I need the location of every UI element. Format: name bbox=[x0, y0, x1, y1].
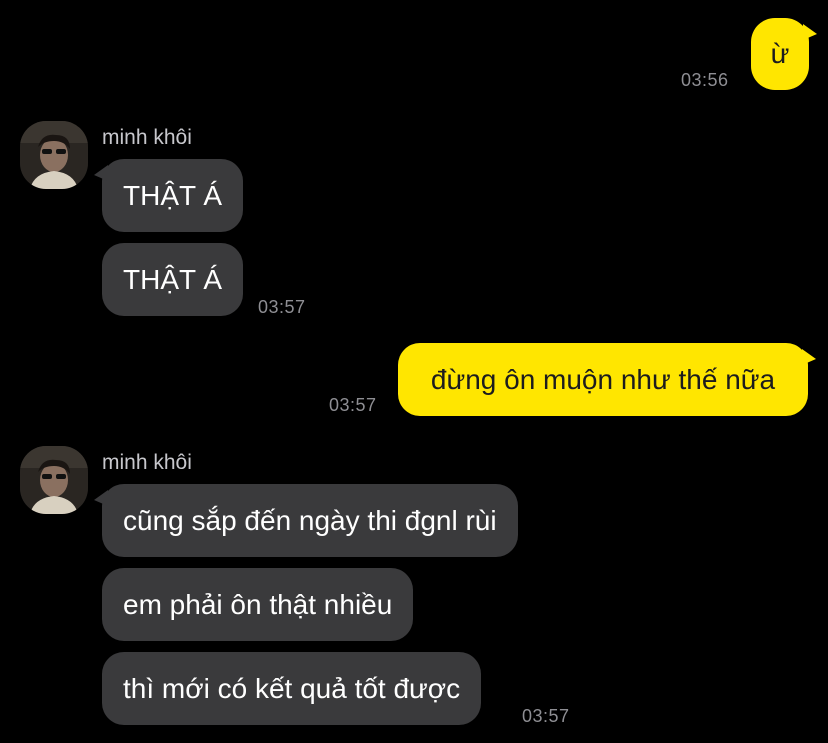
message-bubble-incoming[interactable]: THẬT Á bbox=[102, 243, 244, 316]
message-timestamp: 03:57 bbox=[522, 706, 570, 726]
bubble-tail bbox=[94, 165, 108, 181]
message-bubble-incoming[interactable]: em phải ôn thật nhiều bbox=[102, 568, 414, 641]
avatar[interactable] bbox=[20, 121, 88, 189]
message-text: thì mới có kết quả tốt được bbox=[123, 673, 461, 704]
avatar[interactable] bbox=[20, 446, 88, 514]
message-bubble-outgoing[interactable]: đừng ôn muộn như thế nữa bbox=[398, 343, 816, 416]
message-text: ừ bbox=[770, 38, 790, 69]
message-bubble-outgoing[interactable]: ừ bbox=[751, 18, 817, 90]
message-bubble-incoming[interactable]: THẬT Á bbox=[94, 159, 244, 232]
sender-name: minh khôi bbox=[102, 126, 192, 149]
message-text: cũng sắp đến ngày thi đgnl rùi bbox=[123, 505, 497, 536]
bubble-tail bbox=[803, 24, 817, 40]
message-bubble-incoming[interactable]: cũng sắp đến ngày thi đgnl rùi bbox=[94, 484, 518, 557]
message-text: đừng ôn muộn như thế nữa bbox=[430, 364, 776, 395]
bubble-tail bbox=[802, 349, 816, 365]
message-bubble-incoming[interactable]: thì mới có kết quả tốt được bbox=[102, 652, 482, 725]
message-timestamp: 03:56 bbox=[681, 70, 729, 90]
sender-name: minh khôi bbox=[102, 451, 192, 474]
message-text: em phải ôn thật nhiều bbox=[123, 589, 393, 620]
bubble-tail bbox=[94, 490, 108, 506]
message-text: THẬT Á bbox=[123, 264, 223, 295]
message-text: THẬT Á bbox=[123, 180, 223, 211]
message-timestamp: 03:57 bbox=[329, 395, 377, 415]
message-timestamp: 03:57 bbox=[258, 297, 306, 317]
